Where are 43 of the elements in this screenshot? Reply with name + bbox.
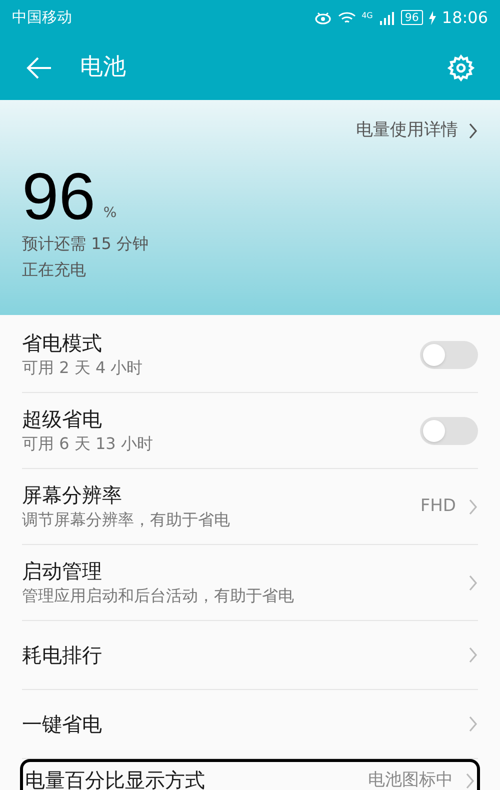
page-title: 电池	[80, 53, 126, 82]
setting-title: 电量百分比显示方式	[25, 768, 205, 790]
setting-row[interactable]: 启动管理 管理应用启动和后台活动，有助于省电	[22, 545, 478, 621]
chevron-right-icon	[468, 574, 478, 592]
settings-icon	[447, 54, 475, 82]
setting-title: 启动管理	[22, 559, 103, 584]
time-remaining: 预计还需 15 分钟	[22, 232, 150, 254]
setting-description: 可用 6 天 13 小时	[22, 434, 153, 454]
setting-row[interactable]: 屏幕分辨率 调节屏幕分辨率，有助于省电 FHD	[22, 469, 478, 545]
setting-title: 一键省电	[22, 712, 102, 736]
setting-description: 管理应用启动和后台活动，有助于省电	[22, 586, 294, 606]
toggle-switch[interactable]	[420, 416, 478, 444]
chevron-right-icon	[468, 122, 478, 140]
charging-icon	[428, 10, 436, 24]
setting-description: 调节屏幕分辨率，有助于省电	[22, 510, 230, 530]
signal-icon	[378, 10, 395, 24]
usage-details-link[interactable]: 电量使用详情	[356, 118, 478, 144]
setting-description: 可用 2 天 4 小时	[22, 358, 143, 378]
setting-row[interactable]: 省电模式 可用 2 天 4 小时	[22, 317, 478, 393]
chevron-right-icon	[468, 646, 478, 664]
setting-title: 屏幕分辨率	[22, 483, 123, 508]
battery-level: 96	[400, 10, 423, 25]
setting-row[interactable]: 一键省电	[22, 690, 478, 759]
wifi-icon	[338, 10, 356, 24]
chevron-right-icon	[468, 715, 478, 733]
setting-value: 电池图标中	[368, 769, 453, 790]
percent-sign: %	[103, 204, 117, 222]
carrier-name: 中国移动	[12, 7, 72, 28]
chevron-right-icon	[465, 772, 475, 790]
battery-percentage: 96	[22, 166, 96, 226]
back-arrow-icon	[25, 56, 53, 80]
setting-title: 耗电排行	[22, 642, 102, 668]
clock-time: 18:06	[442, 6, 488, 28]
setting-row[interactable]: 耗电排行	[22, 621, 478, 690]
charging-status: 正在充电	[22, 258, 87, 280]
toggle-switch[interactable]	[420, 340, 478, 368]
chevron-right-icon	[468, 498, 478, 516]
setting-row[interactable]: 超级省电 可用 6 天 13 小时	[22, 393, 478, 469]
setting-title: 省电模式	[22, 331, 103, 356]
eye-icon	[314, 10, 332, 24]
setting-value: FHD	[420, 494, 456, 518]
network-type: 4G	[362, 10, 373, 22]
setting-title: 超级省电	[22, 407, 103, 432]
